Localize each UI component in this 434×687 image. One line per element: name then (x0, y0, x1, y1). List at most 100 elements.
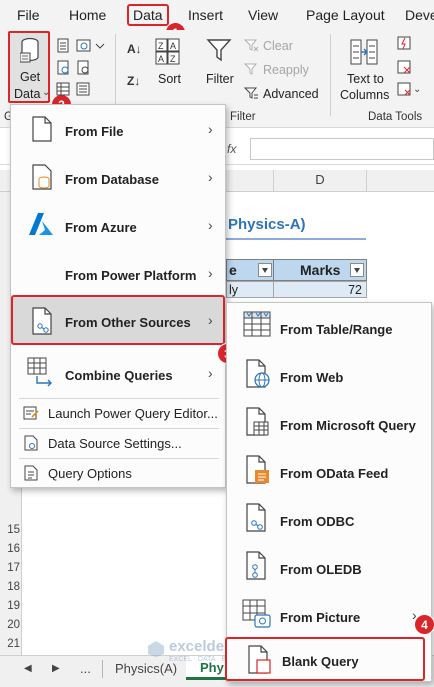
table-header-cell[interactable]: e (226, 259, 274, 281)
row-number-21[interactable]: 21 (0, 638, 22, 650)
menu-item-from-microsoft-query[interactable]: From Microsoft Query (227, 401, 431, 445)
row-number-17[interactable]: 17 (0, 562, 22, 574)
scroll-right-icon[interactable]: ▶ (52, 663, 60, 674)
svg-text:Z: Z (170, 54, 176, 64)
text-to-columns-label-2[interactable]: Columns (340, 88, 389, 102)
group-data-tools-label: Data Tools (368, 111, 423, 123)
marks-header-cell[interactable]: Marks (273, 259, 367, 281)
clear-filter-icon[interactable] (244, 38, 259, 53)
menu-item-from-power-platform[interactable]: From Power Platform › (11, 251, 225, 295)
filter-dropdown-icon[interactable] (350, 263, 364, 277)
menu-item-from-oledb[interactable]: From OLEDB (227, 545, 431, 589)
menu-item-query-options[interactable]: Query Options (11, 461, 225, 487)
advanced-filter-icon[interactable] (244, 86, 259, 101)
tab-view[interactable]: View (248, 7, 278, 23)
text-to-columns-icon[interactable] (350, 38, 378, 66)
tab-home[interactable]: Home (69, 7, 106, 23)
menu-item-launch-power-query-editor[interactable]: Launch Power Query Editor... (11, 401, 225, 427)
from-table-small-icon[interactable] (56, 60, 71, 75)
sheet-tab-physics-a[interactable]: Physics(A) (115, 661, 177, 676)
advanced-button-label[interactable]: Advanced (263, 87, 319, 101)
menu-item-from-table-range[interactable]: From Table/Range (227, 305, 431, 349)
flash-fill-icon[interactable] (397, 36, 412, 51)
sort-a-z-icon[interactable]: A↓ (127, 42, 142, 56)
menu-item-from-web[interactable]: From Web (227, 353, 431, 397)
menu-item-from-other-sources[interactable]: From Other Sources › (11, 295, 225, 345)
azure-icon (29, 213, 53, 235)
menu-item-from-azure[interactable]: From Azure › (11, 203, 225, 247)
data-validation-icon[interactable] (397, 82, 412, 97)
chevron-down-icon: ⌄ (42, 87, 51, 98)
oledb-icon (246, 551, 266, 580)
more-sheets-button[interactable]: ... (80, 661, 91, 676)
chevron-right-icon: › (208, 217, 213, 233)
properties-icon[interactable] (76, 82, 91, 97)
power-query-editor-icon (23, 406, 39, 420)
reapply-button-label[interactable]: Reapply (263, 63, 309, 77)
from-text-csv-icon[interactable] (56, 38, 71, 53)
chevron-right-icon: › (208, 169, 213, 185)
tab-divider (102, 660, 103, 678)
row-number-15[interactable]: 15 (0, 524, 22, 536)
sort-dialog-icon[interactable]: Z A A Z (155, 38, 181, 66)
get-data-label-1: Get (20, 70, 41, 84)
column-header-d[interactable]: D (274, 172, 366, 187)
recent-sources-icon[interactable] (76, 60, 91, 75)
menu-item-combine-queries[interactable]: Combine Queries › (11, 351, 225, 395)
title-underline (226, 238, 366, 240)
sort-z-a-icon[interactable]: Z↓ (127, 74, 140, 88)
sheet-title: Physics-A) (228, 216, 306, 233)
svg-text:A: A (170, 41, 176, 51)
filter-funnel-icon[interactable] (206, 38, 232, 62)
group-sort-filter-label: Filter (230, 111, 256, 123)
menu-item-from-database[interactable]: From Database › (11, 155, 225, 199)
menu-separator (19, 458, 219, 459)
remove-duplicates-icon[interactable] (397, 60, 412, 75)
marks-value-cell[interactable]: 72 (273, 281, 367, 298)
formula-input[interactable] (250, 138, 434, 160)
tab-developer[interactable]: Deve (405, 7, 434, 23)
menu-item-from-file[interactable]: From File › (11, 107, 225, 151)
database-icon (20, 37, 39, 63)
chevron-right-icon: › (208, 265, 213, 281)
web-globe-icon (246, 359, 270, 388)
text-to-columns-label-1[interactable]: Text to (347, 72, 384, 86)
tab-page-layout[interactable]: Page Layout (306, 7, 385, 23)
reapply-icon[interactable] (244, 62, 259, 77)
svg-text:Z: Z (158, 41, 164, 51)
row-number-18[interactable]: 18 (0, 581, 22, 593)
microsoft-query-icon (246, 407, 269, 436)
query-options-icon (24, 465, 38, 481)
tab-file[interactable]: File (17, 7, 40, 23)
odbc-icon (246, 503, 266, 532)
fx-icon[interactable]: fx (227, 142, 236, 156)
menu-item-data-source-settings[interactable]: Data Source Settings... (11, 431, 225, 457)
clear-button-label[interactable]: Clear (263, 39, 293, 53)
table-cell[interactable]: ly (226, 281, 274, 298)
sort-button-label[interactable]: Sort (158, 72, 181, 86)
from-web-small-icon[interactable] (76, 38, 91, 53)
tab-data[interactable]: Data (127, 4, 169, 26)
menu-separator (19, 428, 219, 429)
file-icon (32, 116, 52, 142)
tab-insert[interactable]: Insert (188, 7, 223, 23)
blank-query-icon (248, 645, 271, 674)
row-number-16[interactable]: 16 (0, 543, 22, 555)
filter-button-label[interactable]: Filter (206, 72, 234, 86)
menu-item-from-odata-feed[interactable]: From OData Feed (227, 449, 431, 493)
row-number-20[interactable]: 20 (0, 619, 22, 631)
scroll-left-icon[interactable]: ◀ (24, 663, 32, 674)
get-data-button[interactable]: Get Data ⌄ (8, 31, 50, 103)
existing-connections-icon[interactable] (56, 82, 71, 97)
menu-item-blank-query[interactable]: Blank Query (225, 637, 425, 681)
row-number-19[interactable]: 19 (0, 600, 22, 612)
recent-sources-dropdown-icon[interactable] (93, 38, 108, 53)
step-badge-4: 4 (414, 614, 434, 635)
filter-dropdown-icon[interactable] (258, 263, 272, 277)
data-source-settings-icon (24, 435, 38, 451)
chevron-down-icon[interactable]: ⌄ (413, 84, 421, 95)
menu-item-from-odbc[interactable]: From ODBC (227, 497, 431, 541)
menu-item-from-picture[interactable]: From Picture › (227, 593, 431, 637)
database-file-icon (32, 164, 52, 190)
other-sources-submenu: From Table/Range From Web From Microsoft… (225, 302, 432, 682)
